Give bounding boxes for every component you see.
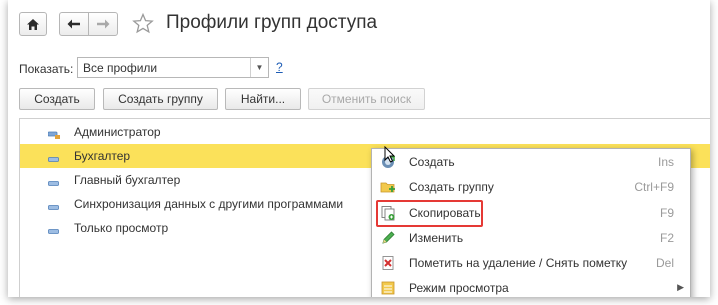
- ctx-item-shortcut: Ins: [657, 155, 674, 169]
- list-item-label: Только просмотр: [74, 221, 169, 235]
- create-group-button[interactable]: Создать группу: [103, 88, 218, 110]
- filter-value: Все профили: [83, 61, 158, 75]
- pencil-icon: [380, 230, 396, 246]
- ctx-item-label: Изменить: [409, 231, 464, 245]
- app-window: Профили групп доступа Показать: Все проф…: [8, 0, 710, 297]
- ctx-item-label: Пометить на удаление / Снять пометку: [409, 256, 628, 270]
- profile-locked-icon: [47, 128, 60, 142]
- home-icon: [26, 18, 40, 31]
- help-link[interactable]: ?: [276, 60, 283, 74]
- arrow-left-icon: [67, 19, 81, 29]
- ctx-item-shortcut: Ctrl+F9: [634, 180, 674, 194]
- form-header: Профили групп доступа: [8, 0, 710, 50]
- filter-label: Показать:: [19, 62, 74, 76]
- forward-button[interactable]: [88, 12, 118, 36]
- find-button[interactable]: Найти...: [225, 88, 301, 110]
- list-item-label: Синхронизация данных с другими программа…: [74, 197, 344, 211]
- context-menu: Создать Ins Создать группу Ctrl+F9 Скопи…: [371, 148, 691, 297]
- create-folder-icon: [380, 179, 396, 195]
- copy-icon: [380, 205, 396, 221]
- ctx-item-label: Создать: [409, 155, 455, 169]
- list-item-label: Администратор: [74, 125, 161, 139]
- create-button[interactable]: Создать: [19, 88, 95, 110]
- ctx-item-create[interactable]: Создать Ins: [372, 149, 690, 175]
- profile-icon: [48, 152, 60, 166]
- view-mode-icon: [380, 280, 396, 296]
- ctx-item-view-mode[interactable]: Режим просмотра ▶: [372, 275, 690, 297]
- ctx-item-shortcut: F9: [659, 206, 674, 220]
- ctx-item-mark-delete[interactable]: Пометить на удаление / Снять пометку Del: [372, 250, 690, 276]
- ctx-item-shortcut: Del: [655, 256, 674, 270]
- ctx-item-create-group[interactable]: Создать группу Ctrl+F9: [372, 174, 690, 200]
- ctx-item-shortcut: F2: [659, 231, 674, 245]
- profile-icon: [48, 224, 60, 238]
- page-title: Профили групп доступа: [166, 12, 378, 33]
- mouse-cursor-icon: [384, 145, 396, 166]
- ctx-item-label: Скопировать: [409, 206, 481, 220]
- profile-filter-select[interactable]: Все профили ▼: [77, 57, 269, 78]
- list-item[interactable]: Администратор: [20, 120, 710, 144]
- list-item-label: Главный бухгалтер: [74, 173, 181, 187]
- list-item-label: Бухгалтер: [74, 149, 131, 163]
- home-button[interactable]: [19, 12, 47, 36]
- arrow-right-icon: [96, 19, 110, 29]
- back-button[interactable]: [59, 12, 89, 36]
- dropdown-arrow-icon[interactable]: ▼: [250, 58, 268, 77]
- profile-icon: [48, 200, 60, 214]
- profile-icon: [48, 176, 60, 190]
- ctx-item-copy[interactable]: Скопировать F9: [372, 200, 690, 226]
- submenu-arrow-icon: ▶: [677, 282, 684, 292]
- ctx-item-edit[interactable]: Изменить F2: [372, 225, 690, 251]
- star-icon[interactable]: [132, 12, 154, 37]
- ctx-item-label: Режим просмотра: [409, 281, 509, 295]
- delete-mark-icon: [380, 255, 396, 271]
- ctx-item-label: Создать группу: [409, 180, 494, 194]
- cancel-search-button[interactable]: Отменить поиск: [308, 88, 425, 110]
